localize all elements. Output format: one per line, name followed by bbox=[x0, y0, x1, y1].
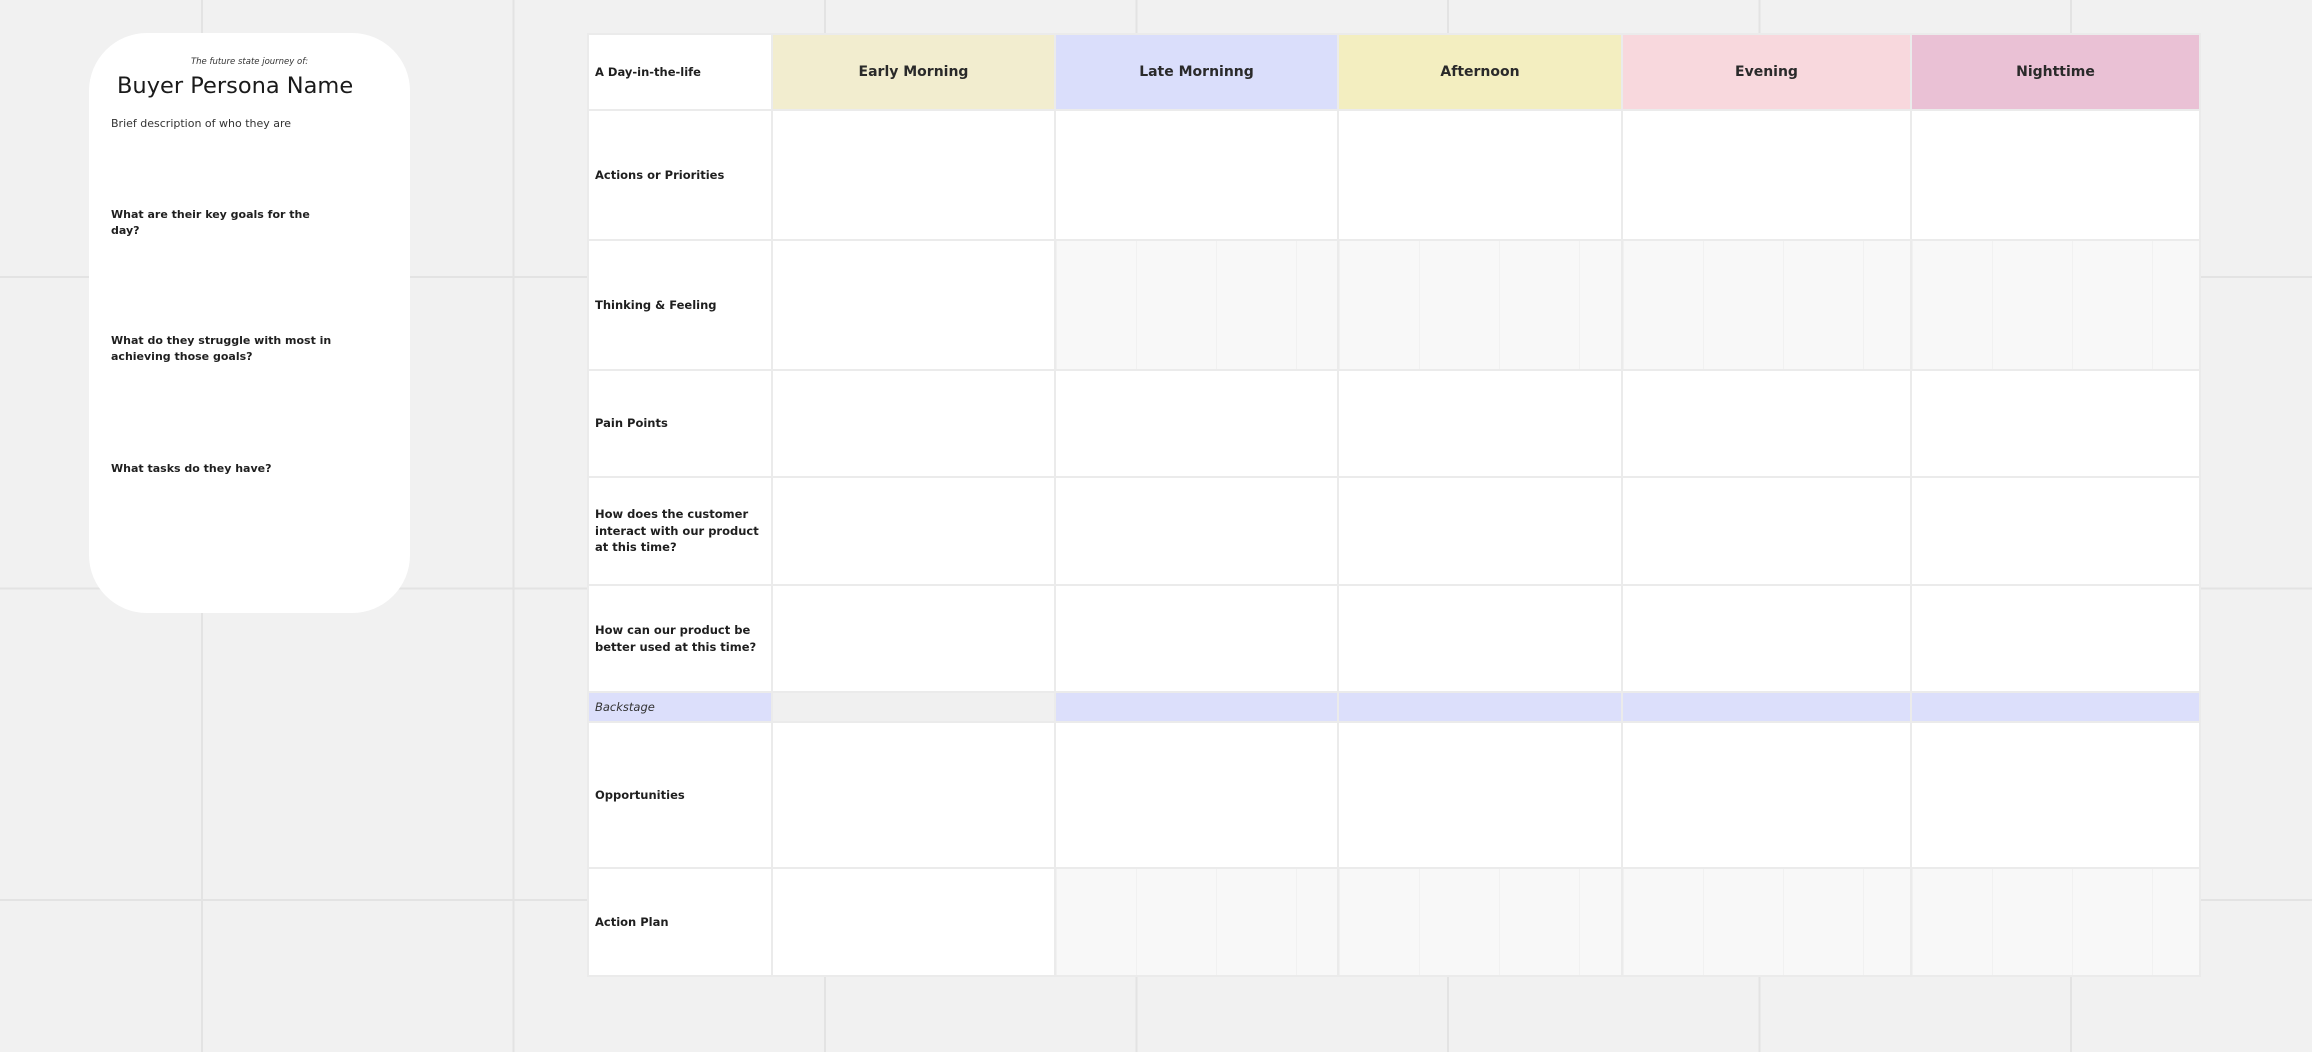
journey-cell[interactable] bbox=[1337, 721, 1623, 869]
column-header-early-morning[interactable]: Early Morning bbox=[771, 33, 1056, 111]
row-pain-points: Pain Points bbox=[587, 369, 2201, 478]
row-opportunities: Opportunities bbox=[587, 721, 2201, 869]
journey-cell[interactable] bbox=[1621, 369, 1912, 478]
journey-cell[interactable] bbox=[1910, 239, 2201, 371]
journey-cell[interactable] bbox=[771, 721, 1056, 869]
journey-table: A Day-in-the-life Early Morning Late Mor… bbox=[587, 33, 2201, 977]
journey-cell[interactable] bbox=[1621, 691, 1912, 723]
row-label-backstage: Backstage bbox=[587, 691, 773, 723]
journey-cell[interactable] bbox=[1054, 476, 1339, 586]
journey-cell[interactable] bbox=[771, 584, 1056, 693]
row-product-interaction: How does the customer interact with our … bbox=[587, 476, 2201, 586]
column-header-afternoon[interactable]: Afternoon bbox=[1337, 33, 1623, 111]
journey-cell[interactable] bbox=[771, 476, 1056, 586]
journey-cell[interactable] bbox=[1054, 369, 1339, 478]
journey-cell[interactable] bbox=[771, 867, 1056, 977]
journey-cell[interactable] bbox=[1054, 721, 1339, 869]
persona-eyebrow: The future state journey of: bbox=[190, 57, 309, 67]
row-label-product-better-use: How can our product be better used at th… bbox=[587, 584, 773, 693]
journey-cell[interactable] bbox=[771, 239, 1056, 371]
row-action-plan: Action Plan bbox=[587, 867, 2201, 977]
journey-cell[interactable] bbox=[1337, 109, 1623, 241]
journey-cell[interactable] bbox=[1621, 721, 1912, 869]
persona-question-tasks[interactable]: What tasks do they have? bbox=[111, 461, 341, 477]
row-backstage: Backstage bbox=[587, 691, 2201, 723]
journey-cell[interactable] bbox=[1621, 584, 1912, 693]
journey-cell[interactable] bbox=[1337, 369, 1623, 478]
journey-cell[interactable] bbox=[1054, 691, 1339, 723]
journey-cell[interactable] bbox=[1910, 369, 2201, 478]
journey-cell[interactable] bbox=[1621, 109, 1912, 241]
persona-description[interactable]: Brief description of who they are bbox=[111, 117, 291, 130]
journey-cell[interactable] bbox=[1910, 721, 2201, 869]
row-label-opportunities: Opportunities bbox=[587, 721, 773, 869]
journey-cell[interactable] bbox=[1054, 239, 1339, 371]
persona-question-struggles[interactable]: What do they struggle with most in achie… bbox=[111, 333, 341, 365]
column-header-evening[interactable]: Evening bbox=[1621, 33, 1912, 111]
persona-name[interactable]: Buyer Persona Name bbox=[117, 73, 353, 99]
journey-cell[interactable] bbox=[1337, 476, 1623, 586]
row-product-better-use: How can our product be better used at th… bbox=[587, 584, 2201, 693]
row-label-action-plan: Action Plan bbox=[587, 867, 773, 977]
journey-cell[interactable] bbox=[1054, 584, 1339, 693]
row-actions-priorities: Actions or Priorities bbox=[587, 109, 2201, 241]
row-label-actions-priorities: Actions or Priorities bbox=[587, 109, 773, 241]
column-header-late-morning[interactable]: Late Morninng bbox=[1054, 33, 1339, 111]
journey-cell[interactable] bbox=[1621, 867, 1912, 977]
journey-cell[interactable] bbox=[771, 109, 1056, 241]
journey-cell[interactable] bbox=[771, 691, 1056, 723]
row-label-product-interaction: How does the customer interact with our … bbox=[587, 476, 773, 586]
journey-cell[interactable] bbox=[1337, 691, 1623, 723]
journey-cell[interactable] bbox=[1054, 867, 1339, 977]
corner-label: A Day-in-the-life bbox=[587, 33, 773, 111]
journey-cell[interactable] bbox=[1337, 239, 1623, 371]
column-header-nighttime[interactable]: Nighttime bbox=[1910, 33, 2201, 111]
row-label-pain-points: Pain Points bbox=[587, 369, 773, 478]
journey-cell[interactable] bbox=[1910, 691, 2201, 723]
row-thinking-feeling: Thinking & Feeling bbox=[587, 239, 2201, 371]
journey-cell[interactable] bbox=[1910, 109, 2201, 241]
row-label-thinking-feeling: Thinking & Feeling bbox=[587, 239, 773, 371]
persona-card[interactable]: The future state journey of: Buyer Perso… bbox=[89, 33, 410, 613]
journey-cell[interactable] bbox=[771, 369, 1056, 478]
journey-cell[interactable] bbox=[1910, 584, 2201, 693]
persona-question-goals[interactable]: What are their key goals for the day? bbox=[111, 207, 341, 239]
journey-cell[interactable] bbox=[1621, 476, 1912, 586]
journey-cell[interactable] bbox=[1910, 476, 2201, 586]
journey-cell[interactable] bbox=[1337, 584, 1623, 693]
journey-cell[interactable] bbox=[1621, 239, 1912, 371]
journey-cell[interactable] bbox=[1054, 109, 1339, 241]
journey-cell[interactable] bbox=[1337, 867, 1623, 977]
header-row: A Day-in-the-life Early Morning Late Mor… bbox=[587, 33, 2201, 111]
journey-cell[interactable] bbox=[1910, 867, 2201, 977]
